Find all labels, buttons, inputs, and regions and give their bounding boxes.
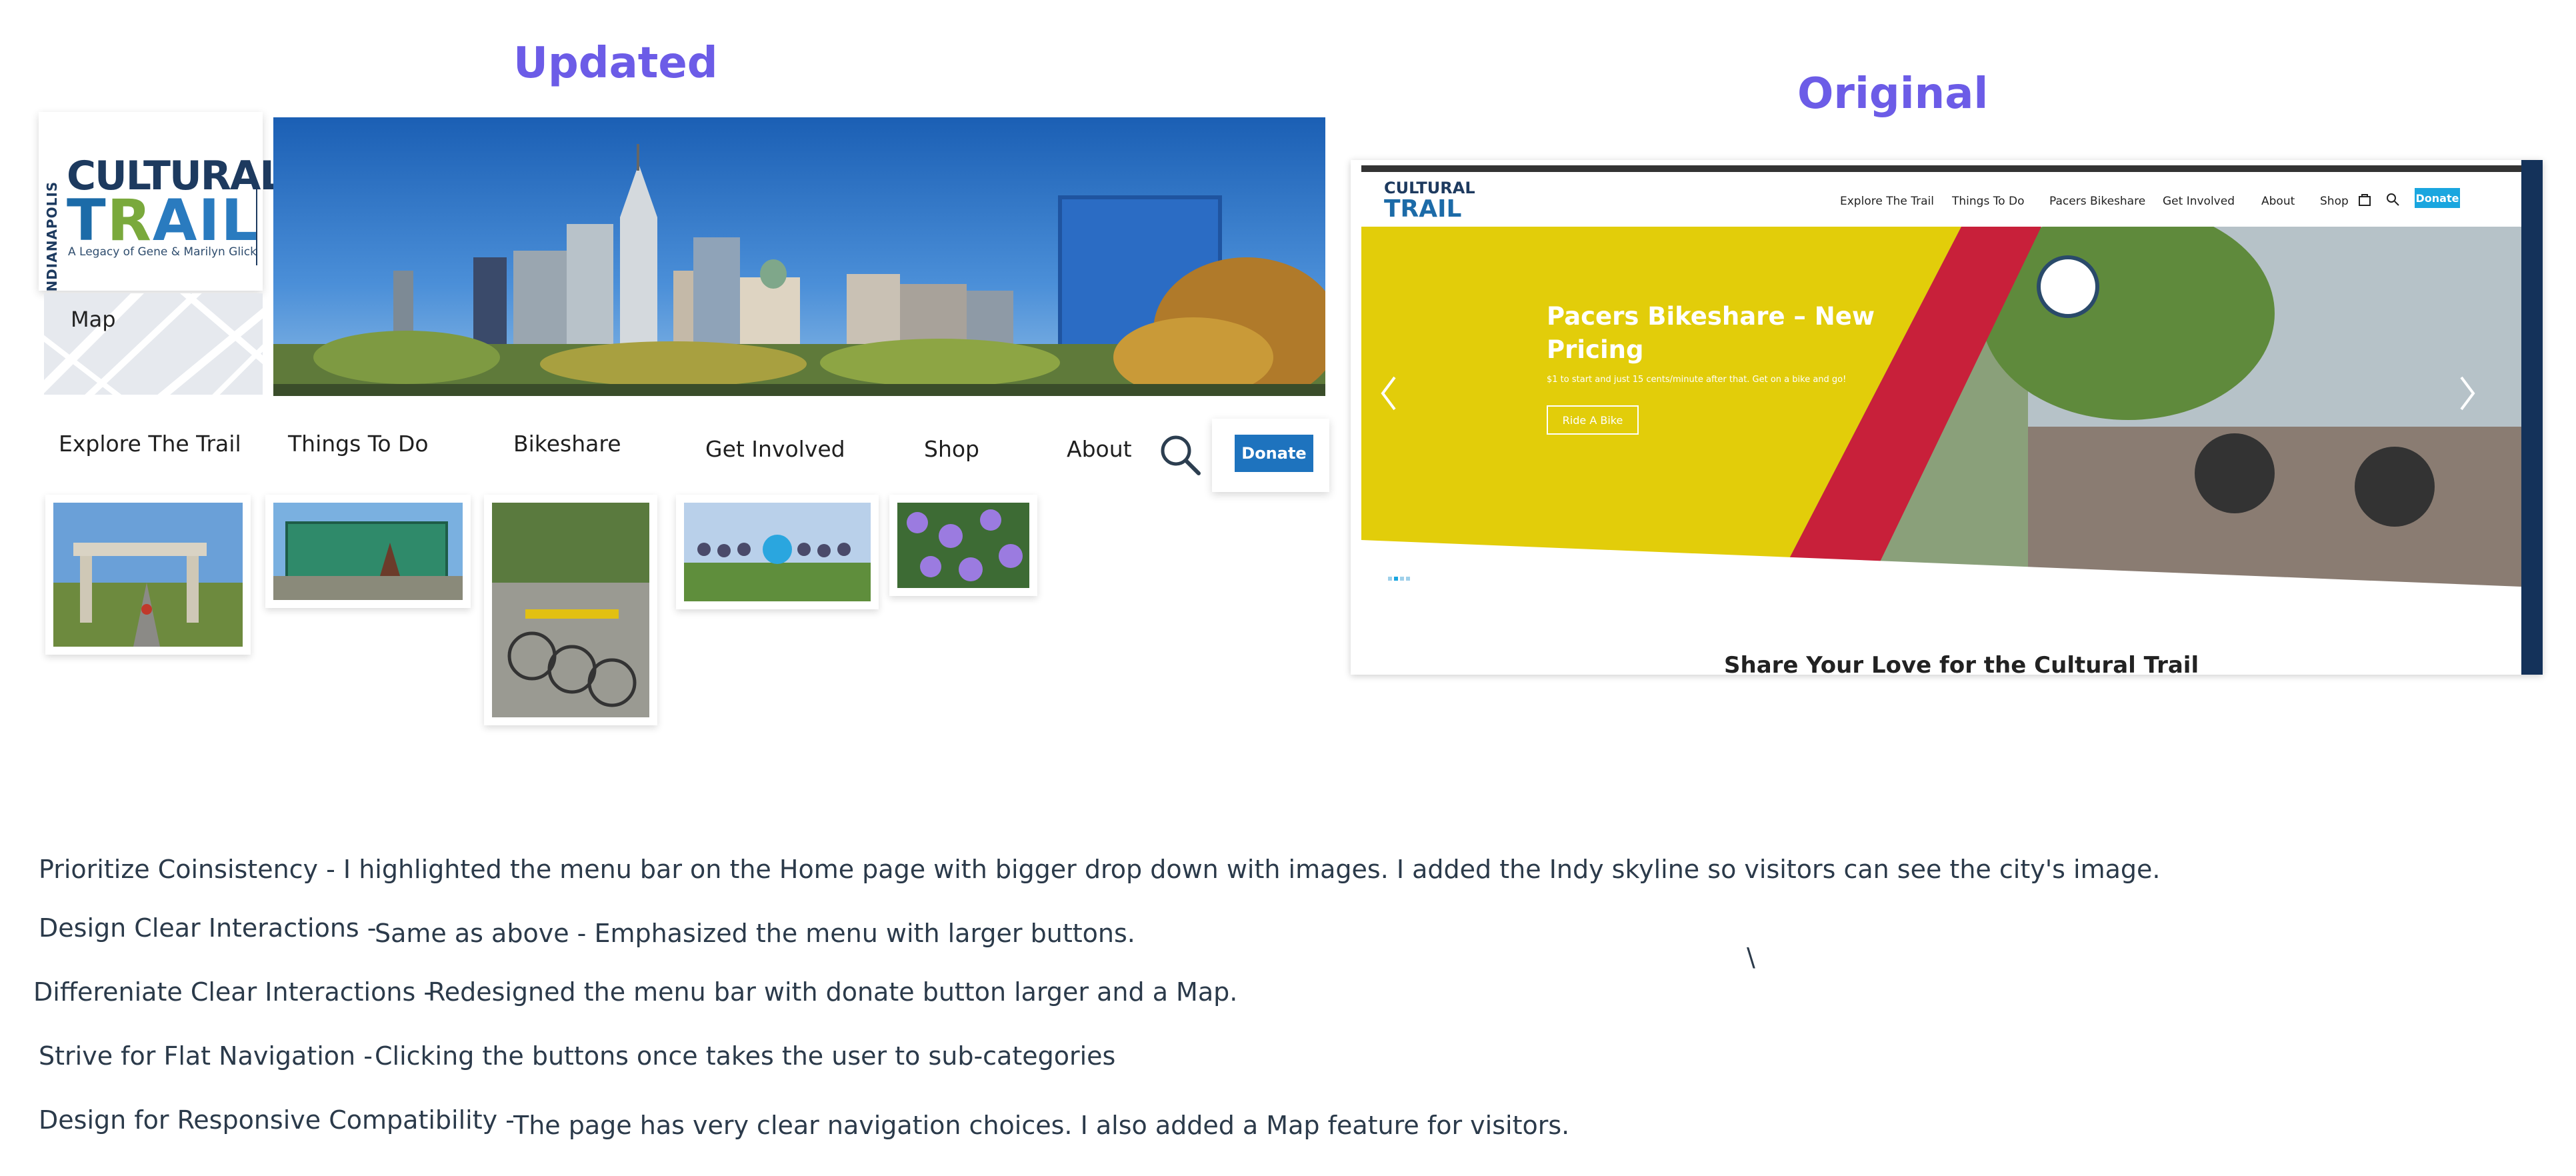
- indy-skyline-image: [273, 117, 1325, 396]
- menu-things-to-do[interactable]: Things To Do: [288, 431, 429, 457]
- original-side-panel: [2521, 160, 2543, 675]
- original-nav-shop[interactable]: Shop: [2320, 195, 2349, 208]
- original-hero-subtitle: $1 to start and just 15 cents/minute aft…: [1547, 375, 1847, 385]
- thumb-shop[interactable]: [889, 495, 1037, 596]
- museum-image: [273, 503, 463, 600]
- note-label-clear-interactions: Design Clear Interactions -: [39, 913, 377, 943]
- note-text-differentiate: Redesigned the menu bar with donate butt…: [428, 977, 1238, 1007]
- menu-get-involved[interactable]: Get Involved: [705, 436, 845, 462]
- logo-indianapolis-text: INDIANAPOLIS: [44, 181, 60, 297]
- trail-arch-image: [53, 503, 243, 647]
- donate-button[interactable]: Donate: [1235, 435, 1313, 472]
- ride-a-bike-button[interactable]: Ride A Bike: [1547, 405, 1639, 435]
- bikeshare-dock-image: [492, 503, 649, 717]
- donate-container: Donate: [1212, 419, 1329, 492]
- note-text-clear-interactions: Same as above - Emphasized the menu with…: [375, 919, 1135, 948]
- original-screenshot: CULTURAL TRAIL Explore The Trail Things …: [1351, 160, 2543, 675]
- original-heading: Original: [1797, 69, 1989, 119]
- note-prioritize-consistency: Prioritize Coinsistency - I highlighted …: [39, 855, 2161, 884]
- slider-dots[interactable]: [1388, 571, 1410, 583]
- original-nav-explore[interactable]: Explore The Trail: [1840, 195, 1934, 208]
- cultural-trail-logo[interactable]: INDIANAPOLIS CULTURAL TRAIL A Legacy of …: [39, 112, 285, 297]
- thumb-things-to-do[interactable]: [265, 495, 471, 608]
- menu-bikeshare[interactable]: Bikeshare: [513, 431, 621, 457]
- chevron-right-icon[interactable]: [2457, 373, 2477, 413]
- thumb-bikeshare[interactable]: [484, 495, 657, 725]
- logo-divider: [256, 185, 257, 265]
- menu-explore-the-trail[interactable]: Explore The Trail: [59, 431, 241, 457]
- note-text-responsive: The page has very clear navigation choic…: [513, 1111, 1570, 1140]
- original-hero-image: [1361, 227, 2521, 587]
- original-hero-title: Pacers Bikeshare – New Pricing: [1547, 302, 1875, 364]
- original-nav-things[interactable]: Things To Do: [1952, 195, 2025, 208]
- original-nav-involved[interactable]: Get Involved: [2163, 195, 2235, 208]
- original-logo[interactable]: CULTURAL TRAIL: [1384, 179, 1475, 221]
- volunteer-group-image: [684, 503, 871, 601]
- bag-icon[interactable]: [2357, 192, 2372, 207]
- thumb-get-involved[interactable]: [676, 495, 879, 609]
- original-top-bar: [1361, 165, 2535, 172]
- map-tile[interactable]: Map: [44, 293, 263, 395]
- flowers-image: [897, 503, 1029, 588]
- thumb-explore-trail[interactable]: [45, 495, 251, 655]
- search-icon[interactable]: [1159, 433, 1203, 477]
- chevron-left-icon[interactable]: [1379, 373, 1399, 413]
- original-nav-pacers[interactable]: Pacers Bikeshare: [2049, 195, 2145, 208]
- logo-tagline: A Legacy of Gene & Marilyn Glick: [68, 245, 257, 259]
- logo-trail-text: TRAIL: [67, 187, 259, 254]
- original-search-icon[interactable]: [2385, 192, 2400, 207]
- note-label-responsive: Design for Responsive Compatibility -: [39, 1105, 515, 1135]
- original-nav-about[interactable]: About: [2261, 195, 2295, 208]
- note-label-differentiate: Differeniate Clear Interactions -: [33, 977, 433, 1007]
- stray-backslash: \: [1747, 943, 1755, 972]
- note-label-flat-navigation: Strive for Flat Navigation -: [39, 1041, 373, 1071]
- note-text-flat-navigation: Clicking the buttons once takes the user…: [375, 1041, 1116, 1071]
- map-label: Map: [71, 307, 116, 332]
- menu-shop[interactable]: Shop: [924, 436, 979, 462]
- original-donate-button[interactable]: Donate: [2415, 188, 2460, 208]
- original-bottom-heading: Share Your Love for the Cultural Trail: [1724, 652, 2199, 675]
- menu-about[interactable]: About: [1067, 436, 1132, 462]
- updated-heading: Updated: [513, 39, 718, 88]
